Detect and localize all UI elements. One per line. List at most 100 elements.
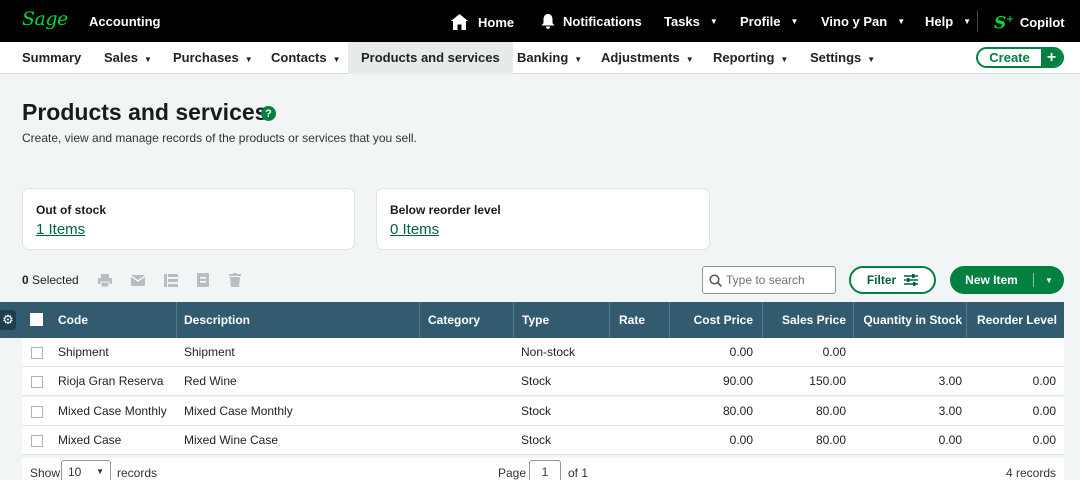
search-icon [709, 273, 722, 287]
nav-reporting-label: Reporting [713, 50, 775, 65]
notifications-link[interactable]: Notifications [541, 14, 642, 29]
row-checkbox[interactable] [31, 406, 43, 418]
table-row[interactable]: Shipment Shipment Non-stock 0.00 0.00 [22, 338, 1064, 367]
nav-summary[interactable]: Summary [22, 42, 81, 74]
nav-contacts-label: Contacts [271, 50, 327, 65]
cell-type: Stock [521, 404, 552, 418]
sage-logo[interactable]: Sage [22, 8, 68, 30]
app-title: Accounting [89, 14, 161, 29]
card-label: Below reorder level [390, 203, 501, 217]
select-all-checkbox[interactable] [30, 313, 43, 326]
cell-quantity: 3.00 [938, 404, 962, 418]
nav-sales-label: Sales [104, 50, 138, 65]
help-menu[interactable]: Help ▼ [925, 14, 971, 29]
column-header-reorder-level[interactable]: Reorder Level [970, 302, 1057, 338]
sliders-icon [904, 274, 919, 286]
column-header-type[interactable]: Type [522, 302, 549, 338]
create-button[interactable]: Create + [976, 47, 1064, 68]
profile-menu[interactable]: Profile ▼ [740, 14, 798, 29]
cell-type: Stock [521, 374, 552, 388]
row-checkbox[interactable] [31, 435, 43, 447]
column-header-category[interactable]: Category [428, 302, 480, 338]
tasks-menu[interactable]: Tasks ▼ [664, 14, 718, 29]
column-header-description[interactable]: Description [184, 302, 250, 338]
trash-icon[interactable] [228, 273, 242, 287]
chevron-down-icon: ▼ [96, 467, 104, 476]
cell-quantity: 0.00 [938, 433, 962, 447]
table-row[interactable]: Rioja Gran Reserva Red Wine Stock 90.00 … [22, 367, 1064, 396]
row-checkbox[interactable] [31, 347, 43, 359]
column-header-quantity-in-stock[interactable]: Quantity in Stock [858, 302, 962, 338]
out-of-stock-link[interactable]: 1 Items [36, 221, 85, 238]
total-records: 4 records [1005, 466, 1056, 480]
selected-label: Selected [32, 273, 79, 287]
chevron-down-icon[interactable]: ▼ [1034, 276, 1064, 285]
search-field[interactable] [702, 266, 836, 294]
help-icon[interactable]: ? [261, 106, 276, 121]
cell-cost-price: 0.00 [729, 345, 753, 359]
main-nav: Summary Sales ▼ Purchases ▼ Contacts ▼ Prod… [0, 42, 1080, 74]
page-number-input[interactable]: 1 [529, 460, 561, 480]
help-label: Help [925, 14, 954, 29]
row-checkbox[interactable] [31, 376, 43, 388]
column-divider [609, 302, 610, 338]
table-row[interactable]: Mixed Case Monthly Mixed Case Monthly St… [22, 397, 1064, 426]
cell-description: Shipment [184, 345, 235, 359]
document-icon[interactable] [196, 273, 210, 287]
company-menu[interactable]: Vino y Pan ▼ [821, 14, 905, 29]
column-header-sales-price[interactable]: Sales Price [770, 302, 846, 338]
filter-button[interactable]: Filter [849, 266, 936, 294]
new-item-button[interactable]: New Item ▼ [950, 266, 1064, 294]
new-item-label: New Item [950, 273, 1034, 287]
cell-code[interactable]: Rioja Gran Reserva [58, 367, 163, 396]
print-icon[interactable] [98, 273, 112, 287]
nav-contacts[interactable]: Contacts ▼ [271, 42, 341, 74]
nav-purchases[interactable]: Purchases ▼ [173, 42, 253, 74]
below-reorder-link[interactable]: 0 Items [390, 221, 439, 238]
home-icon [451, 14, 468, 30]
email-icon[interactable] [131, 273, 145, 287]
cell-sales-price: 80.00 [815, 404, 846, 418]
column-header-cost-price[interactable]: Cost Price [680, 302, 753, 338]
cell-reorder-level: 0.00 [1032, 433, 1056, 447]
column-header-rate[interactable]: Rate [619, 302, 645, 338]
cell-cost-price: 90.00 [722, 374, 753, 388]
cell-cost-price: 80.00 [722, 404, 753, 418]
page-title: Products and services [22, 99, 268, 125]
chevron-down-icon: ▼ [963, 17, 972, 26]
cell-reorder-level: 0.00 [1032, 374, 1056, 388]
column-header-code[interactable]: Code [58, 302, 88, 338]
records-label: records [117, 466, 158, 480]
gear-icon[interactable]: ⚙ [0, 310, 16, 330]
chevron-down-icon: ▼ [143, 55, 152, 64]
cell-code[interactable]: Shipment [58, 338, 109, 367]
page-size-select[interactable]: 10 ▼ [61, 460, 111, 480]
nav-products-and-services[interactable]: Products and services [348, 42, 513, 74]
copilot-button[interactable]: S+ Copilot [994, 14, 1065, 32]
chevron-down-icon: ▼ [332, 55, 341, 64]
divider [977, 10, 978, 32]
chevron-down-icon: ▼ [867, 55, 876, 64]
column-divider [853, 302, 854, 338]
nav-adjustments[interactable]: Adjustments ▼ [601, 42, 694, 74]
plus-icon: + [1041, 49, 1062, 66]
chevron-down-icon: ▼ [709, 17, 718, 26]
table-row[interactable]: Mixed Case Mixed Wine Case Stock 0.00 80… [22, 426, 1064, 455]
cell-code[interactable]: Mixed Case [58, 426, 121, 455]
nav-banking[interactable]: Banking ▼ [517, 42, 582, 74]
bell-icon [541, 14, 555, 29]
nav-settings[interactable]: Settings ▼ [810, 42, 875, 74]
chevron-down-icon: ▼ [790, 17, 799, 26]
columns-icon[interactable] [164, 273, 178, 287]
cell-quantity [858, 338, 962, 367]
nav-reporting[interactable]: Reporting ▼ [713, 42, 788, 74]
page-size-value: 10 [68, 465, 82, 479]
search-input[interactable] [726, 273, 830, 287]
cell-code[interactable]: Mixed Case Monthly [58, 397, 167, 426]
home-link[interactable]: Home [451, 14, 514, 30]
nav-sales[interactable]: Sales ▼ [104, 42, 152, 74]
cell-reorder-level [970, 338, 1056, 367]
copilot-label: Copilot [1019, 14, 1065, 30]
show-label: Show [30, 466, 61, 480]
cell-type: Non-stock [521, 345, 576, 359]
